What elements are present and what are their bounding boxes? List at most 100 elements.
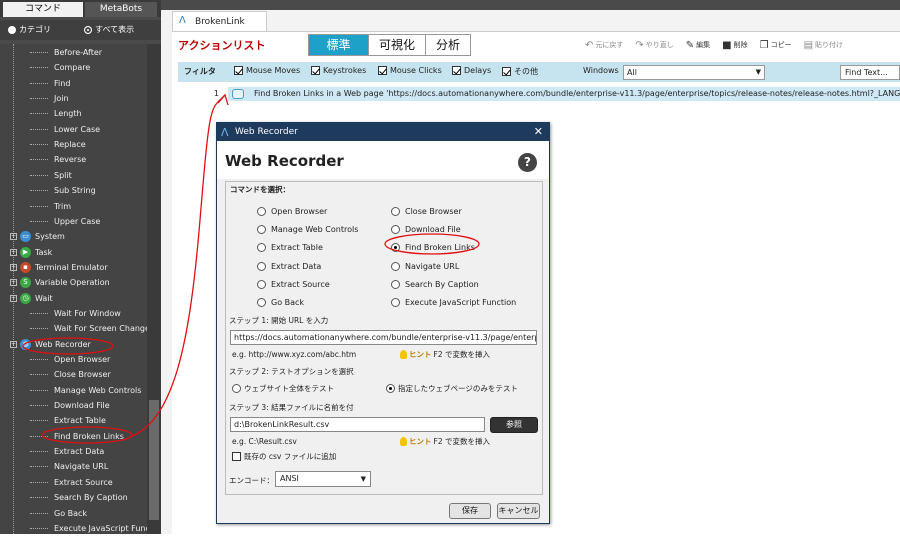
tree-connector <box>30 389 48 391</box>
tree-item-find-broken-links[interactable]: Find Broken Links <box>30 429 124 444</box>
tree-item-length[interactable]: Length <box>30 106 82 121</box>
tree-item-close-browser[interactable]: Close Browser <box>30 367 111 382</box>
help-icon[interactable]: ? <box>518 153 537 172</box>
tree-connector <box>30 220 48 222</box>
tree-item-extract-data[interactable]: Extract Data <box>30 444 104 459</box>
expand-icon[interactable]: + <box>10 248 17 256</box>
tree-item-wait-for-window[interactable]: Wait For Window <box>30 306 121 321</box>
tree-item-before-after[interactable]: Before-After <box>30 45 102 60</box>
edit-button[interactable]: ✎ 編集 <box>686 40 710 51</box>
filter-mouse-moves[interactable]: Mouse Moves <box>234 66 300 75</box>
tree-item-system[interactable]: + ▭ System <box>10 229 65 244</box>
tree-item-open-browser[interactable]: Open Browser <box>30 352 110 367</box>
option-download-file[interactable]: Download File <box>391 225 461 234</box>
tree-item-label: Extract Data <box>54 447 105 457</box>
tree-item-extract-source[interactable]: Extract Source <box>30 475 113 490</box>
tree-item-label: Sub String <box>54 186 96 196</box>
action-toolbar: ↶ 元に戻す ↷ やり直し ✎ 編集 ■ 削除 ❐ コピー ▤ 貼り付け <box>585 37 843 53</box>
expand-icon[interactable]: + <box>10 263 17 271</box>
result-file-input[interactable]: d:\BrokenLinkResult.csv <box>230 417 485 432</box>
filter-mouse-clicks[interactable]: Mouse Clicks <box>378 66 442 75</box>
radio-show-all[interactable]: すべて表示 <box>84 24 134 35</box>
radio-selected-icon <box>391 243 400 252</box>
web-recorder-dialog: Λ Web Recorder ✕ Web Recorder ? コマンドを選択：… <box>216 122 550 524</box>
option-extract-source[interactable]: Extract Source <box>257 280 330 289</box>
undo-button[interactable]: ↶ 元に戻す <box>585 40 623 51</box>
tree-item-search-by-caption[interactable]: Search By Caption <box>30 490 128 505</box>
tree-item-label: Manage Web Controls <box>54 385 142 395</box>
option-test-entire-site[interactable]: ウェブサイト全体をテスト <box>232 383 334 394</box>
tree-item-navigate-url[interactable]: Navigate URL <box>30 459 108 474</box>
tree-item-extract-table[interactable]: Extract Table <box>30 413 106 428</box>
tree-item-join[interactable]: Join <box>30 91 69 106</box>
start-url-input[interactable]: https://docs.automationanywhere.com/bund… <box>230 330 537 345</box>
checkbox-checked-icon <box>502 67 511 76</box>
tab-metabots[interactable]: MetaBots <box>85 2 157 17</box>
tree-item-trim[interactable]: Trim <box>30 199 71 214</box>
tree-scrollbar-thumb[interactable] <box>149 400 159 520</box>
find-text-input[interactable]: Find Text... <box>840 65 900 80</box>
copy-button[interactable]: ❐ コピー <box>760 40 792 51</box>
windows-dropdown[interactable]: All ▼ <box>623 65 765 80</box>
option-manage-web-controls[interactable]: Manage Web Controls <box>257 225 358 234</box>
close-icon[interactable]: ✕ <box>534 123 543 141</box>
radio-circle-icon <box>391 225 400 234</box>
option-go-back[interactable]: Go Back <box>257 298 304 307</box>
radio-circle-icon <box>257 225 266 234</box>
filter-keystrokes[interactable]: Keystrokes <box>311 66 366 75</box>
cancel-button[interactable]: キャンセル <box>497 503 540 519</box>
option-extract-data[interactable]: Extract Data <box>257 262 321 271</box>
tree-item-web-recorder[interactable]: + ◍ Web Recorder <box>10 337 91 352</box>
terminal-icon: ▪ <box>20 261 31 273</box>
tab-analyze[interactable]: 分析 <box>426 35 471 55</box>
tree-item-wait-for-screen-change[interactable]: Wait For Screen Change <box>30 321 150 336</box>
expand-icon[interactable]: + <box>10 294 17 302</box>
expand-icon[interactable]: + <box>10 340 17 348</box>
tree-item-go-back[interactable]: Go Back <box>30 506 87 521</box>
delete-button[interactable]: ■ 削除 <box>722 40 747 51</box>
append-csv-checkbox[interactable]: 既存の csv ファイルに追加 <box>232 451 336 462</box>
tree-item-replace[interactable]: Replace <box>30 137 86 152</box>
expand-icon[interactable]: + <box>10 233 17 241</box>
tree-item-find[interactable]: Find <box>30 76 70 91</box>
redo-button[interactable]: ↷ やり直し <box>635 40 673 51</box>
filter-other[interactable]: その他 <box>502 66 538 77</box>
tree-item-wait[interactable]: + ◷ Wait <box>10 291 53 306</box>
option-test-page-only[interactable]: 指定したウェブページのみをテスト <box>386 383 518 394</box>
browse-button[interactable]: 参照 <box>490 417 538 433</box>
tree-item-split[interactable]: Split <box>30 168 72 183</box>
tab-visualize[interactable]: 可視化 <box>369 35 427 55</box>
option-navigate-url[interactable]: Navigate URL <box>391 262 459 271</box>
tree-item-task[interactable]: + ▶ Task <box>10 245 52 260</box>
expand-icon[interactable]: + <box>10 279 17 287</box>
tree-item-terminal-emulator[interactable]: + ▪ Terminal Emulator <box>10 260 108 275</box>
tree-item-download-file[interactable]: Download File <box>30 398 110 413</box>
tree-connector <box>30 98 48 100</box>
option-open-browser[interactable]: Open Browser <box>257 207 327 216</box>
tree-item-lower-case[interactable]: Lower Case <box>30 122 100 137</box>
tree-item-variable-operation[interactable]: + S Variable Operation <box>10 275 110 290</box>
monitor-icon: ▭ <box>20 231 31 243</box>
document-tab[interactable]: Λ BrokenLink <box>172 11 267 31</box>
radio-category[interactable]: カテゴリ <box>8 24 51 35</box>
tab-standard[interactable]: 標準 <box>309 35 369 55</box>
save-button[interactable]: 保存 <box>449 503 491 519</box>
action-row[interactable]: Find Broken Links in a Web page 'https:/… <box>228 87 900 101</box>
tree-item-manage-web-controls[interactable]: Manage Web Controls <box>30 383 141 398</box>
tree-connector <box>30 481 48 483</box>
paste-button[interactable]: ▤ 貼り付け <box>804 40 843 51</box>
option-execute-javascript-function[interactable]: Execute JavaScript Function <box>391 298 516 307</box>
option-close-browser[interactable]: Close Browser <box>391 207 462 216</box>
filter-delays[interactable]: Delays <box>452 66 491 75</box>
encoding-dropdown[interactable]: ANSI ▼ <box>275 471 371 487</box>
tree-item-compare[interactable]: Compare <box>30 60 90 75</box>
tree-connector <box>30 144 48 146</box>
option-search-by-caption[interactable]: Search By Caption <box>391 280 479 289</box>
tree-item-reverse[interactable]: Reverse <box>30 152 86 167</box>
tree-item-sub-string[interactable]: Sub String <box>30 183 96 198</box>
option-find-broken-links[interactable]: Find Broken Links <box>391 243 475 252</box>
tree-item-label: Close Browser <box>54 370 111 380</box>
option-extract-table[interactable]: Extract Table <box>257 243 323 252</box>
tree-item-upper-case[interactable]: Upper Case <box>30 214 100 229</box>
tab-commands[interactable]: コマンド <box>3 2 83 17</box>
